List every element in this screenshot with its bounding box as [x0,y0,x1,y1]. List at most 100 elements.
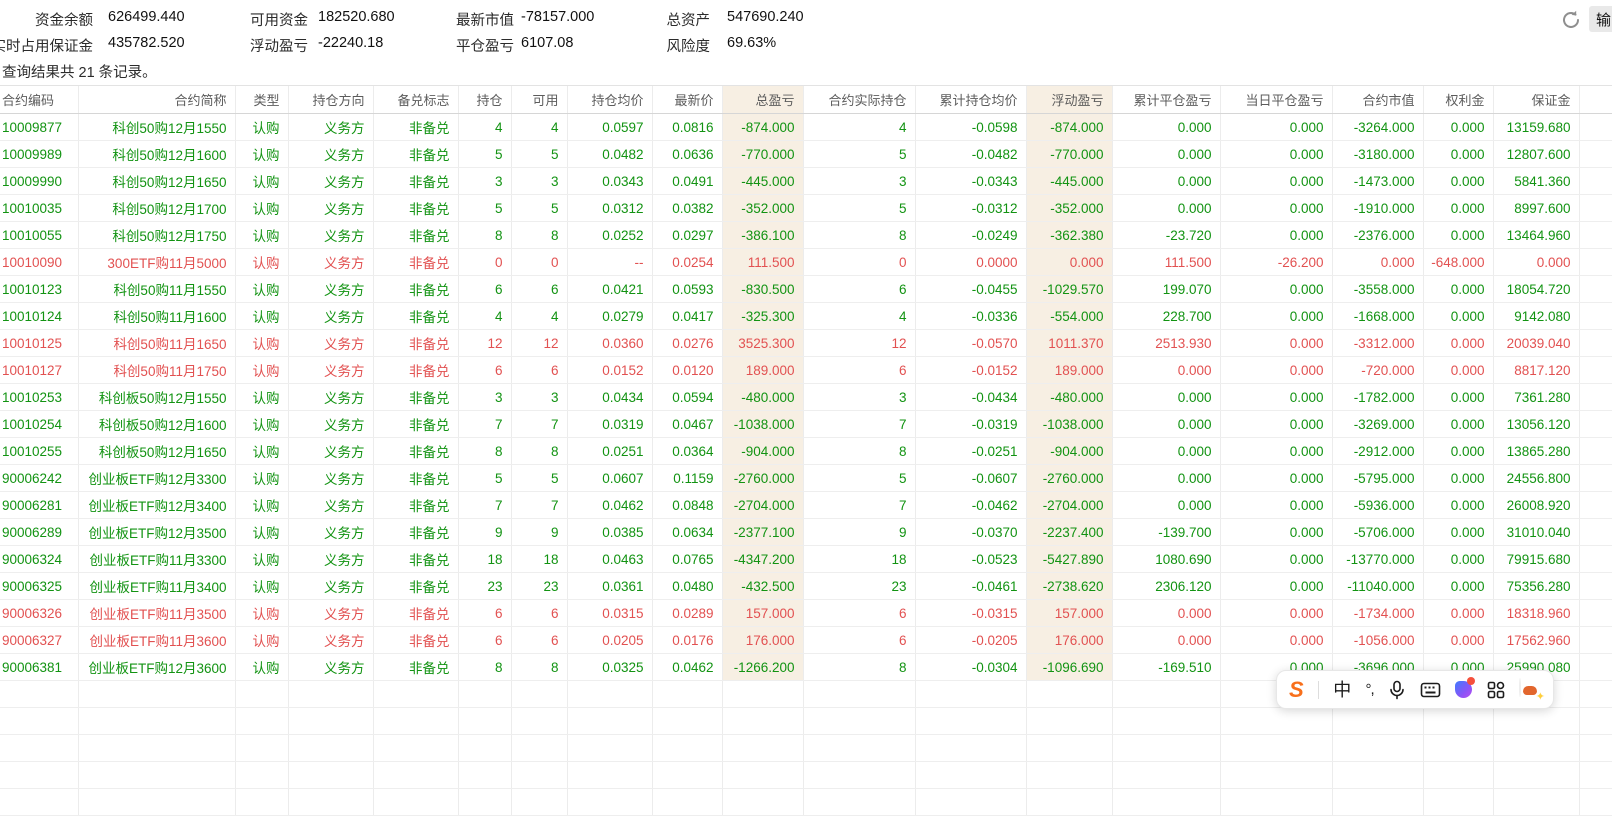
table-cell: -23.720 [1112,222,1220,249]
table-cell: 90006381 [0,654,78,681]
table-cell: 23 [803,573,915,600]
table-row[interactable]: 90006281创业板ETF购12月3400认购义务方非备兑770.04620.… [0,492,1612,519]
empty-cell [0,762,78,789]
empty-cell [511,708,567,735]
table-cell: 认购 [235,492,288,519]
sogou-logo-icon[interactable]: S [1289,679,1304,701]
table-row[interactable]: 10009990科创50购12月1650认购义务方非备兑330.03430.04… [0,168,1612,195]
table-cell: 0.0636 [652,141,722,168]
column-header[interactable]: 最新价 [652,86,722,114]
table-row[interactable]: 90006289创业板ETF购12月3500认购义务方非备兑990.03850.… [0,519,1612,546]
table-cell: 75356.280 [1493,573,1579,600]
table-row[interactable]: 10010124科创50购11月1600认购义务方非备兑440.02790.04… [0,303,1612,330]
table-cell: -0.0312 [915,195,1026,222]
table-cell: -3558.000 [1332,276,1423,303]
ai-blob-icon[interactable] [1455,681,1472,698]
refresh-icon[interactable] [1560,9,1582,31]
table-cell: 5 [803,465,915,492]
table-cell: 0.000 [1423,222,1493,249]
table-cell: 13865.280 [1493,438,1579,465]
column-header[interactable]: 合约实际持仓 [803,86,915,114]
table-row[interactable]: 90006325创业板ETF购11月3400认购义务方非备兑23230.0361… [0,573,1612,600]
column-header[interactable]: 持仓方向 [288,86,373,114]
keyboard-icon[interactable] [1420,681,1441,699]
summary-label: 浮动盈亏 [250,35,308,56]
table-row[interactable]: 10009989科创50购12月1600认购义务方非备兑550.04820.06… [0,141,1612,168]
table-row[interactable]: 10010255科创板50购12月1650认购义务方非备兑880.02510.0… [0,438,1612,465]
ime-toolbar[interactable]: S 中 °, ✦ [1276,670,1554,709]
table-cell: 0.0120 [652,357,722,384]
table-row[interactable]: 10010253科创板50购12月1550认购义务方非备兑330.04340.0… [0,384,1612,411]
table-row[interactable]: 10010090300ETF购11月5000认购义务方非备兑00--0.0254… [0,249,1612,276]
table-cell: 10009877 [0,114,78,141]
column-header[interactable]: 合约简称 [78,86,235,114]
punctuation-mode-toggle[interactable]: °, [1365,682,1373,697]
table-cell: 认购 [235,330,288,357]
table-cell: 0.0315 [567,600,652,627]
table-row[interactable]: 10010035科创50购12月1700认购义务方非备兑550.03120.03… [0,195,1612,222]
table-row[interactable]: 10010125科创50购11月1650认购义务方非备兑12120.03600.… [0,330,1612,357]
table-cell [1579,546,1612,573]
microphone-icon[interactable] [1388,680,1406,700]
column-header[interactable]: 类型 [235,86,288,114]
table-cell: 0.000 [1423,330,1493,357]
column-header[interactable]: 可用 [511,86,567,114]
table-cell: 0.000 [1423,276,1493,303]
table-cell: 6 [458,627,511,654]
empty-cell [1579,789,1612,816]
table-cell: 0.000 [1220,600,1332,627]
table-cell: 0.000 [1220,627,1332,654]
column-header[interactable]: 持仓 [458,86,511,114]
table-cell [1579,465,1612,492]
empty-cell [1579,762,1612,789]
column-header[interactable]: 合约编码 [0,86,78,114]
table-cell: 认购 [235,303,288,330]
table-cell: 111.500 [1112,249,1220,276]
column-header[interactable]: 浮动盈亏 [1026,86,1112,114]
column-header[interactable]: 权利金 [1423,86,1493,114]
ime-status-badge[interactable]: 输 [1589,6,1612,32]
table-cell: -1056.000 [1332,627,1423,654]
table-row[interactable]: 90006326创业板ETF购11月3500认购义务方非备兑660.03150.… [0,600,1612,627]
table-cell: 认购 [235,411,288,438]
table-cell: 20039.040 [1493,330,1579,357]
table-row[interactable]: 10010123科创50购11月1550认购义务方非备兑660.04210.05… [0,276,1612,303]
table-cell: 12807.600 [1493,141,1579,168]
table-cell: -480.000 [722,384,803,411]
table-cell: 0.0000 [915,249,1026,276]
column-header[interactable]: 总盈亏 [722,86,803,114]
empty-cell [567,762,652,789]
table-row[interactable]: 10009877科创50购12月1550认购义务方非备兑440.05970.08… [0,114,1612,141]
table-row[interactable]: 90006242创业板ETF购12月3300认购义务方非备兑550.06070.… [0,465,1612,492]
table-cell: 科创50购11月1550 [78,276,235,303]
table-cell: 创业板ETF购12月3400 [78,492,235,519]
table-cell: 0.0765 [652,546,722,573]
language-mode-toggle[interactable]: 中 [1333,681,1351,699]
toolbox-grid-icon[interactable] [1487,681,1505,699]
column-header[interactable]: 保证金 [1493,86,1579,114]
empty-cell [567,789,652,816]
table-row[interactable]: 90006324创业板ETF购11月3300认购义务方非备兑18180.0463… [0,546,1612,573]
column-header[interactable] [1579,86,1612,114]
emoji-icon[interactable]: ✦ [1519,679,1541,701]
column-header[interactable]: 累计平仓盈亏 [1112,86,1220,114]
column-header[interactable]: 备兑标志 [373,86,458,114]
table-row[interactable]: 10010055科创50购12月1750认购义务方非备兑880.02520.02… [0,222,1612,249]
table-cell: -0.0152 [915,357,1026,384]
table-cell: 3 [803,168,915,195]
column-header[interactable]: 当日平仓盈亏 [1220,86,1332,114]
empty-cell [1026,762,1112,789]
table-cell: 6 [511,276,567,303]
table-cell: 非备兑 [373,573,458,600]
table-row[interactable]: 10010254科创板50购12月1600认购义务方非备兑770.03190.0… [0,411,1612,438]
table-cell: -0.0570 [915,330,1026,357]
column-header[interactable]: 合约市值 [1332,86,1423,114]
table-row[interactable]: 90006327创业板ETF购11月3600认购义务方非备兑660.02050.… [0,627,1612,654]
empty-cell [1026,708,1112,735]
table-row[interactable]: 10010127科创50购11月1750认购义务方非备兑660.01520.01… [0,357,1612,384]
column-header[interactable]: 累计持仓均价 [915,86,1026,114]
table-cell: 0.000 [1112,114,1220,141]
empty-cell [235,681,288,708]
table-cell: 0.0593 [652,276,722,303]
column-header[interactable]: 持仓均价 [567,86,652,114]
